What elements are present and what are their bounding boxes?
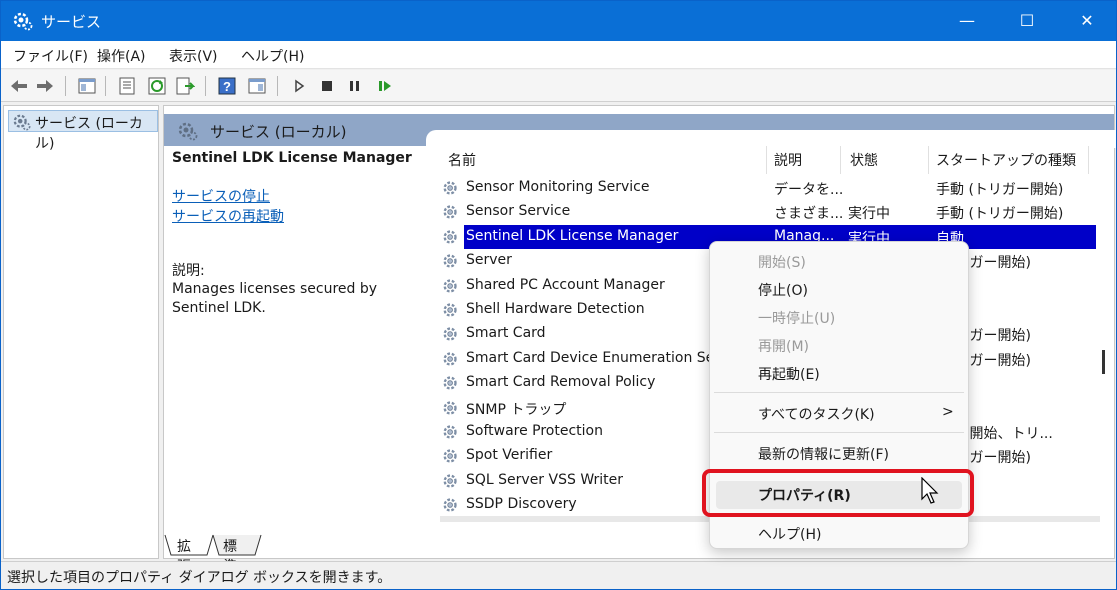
status-text: 選択した項目のプロパティ ダイアログ ボックスを開きます。 bbox=[7, 570, 392, 586]
console-tree-icon[interactable] bbox=[77, 76, 97, 96]
service-gear-icon bbox=[443, 230, 457, 244]
service-row[interactable]: Sensor Monitoring Service データを... 手動 (トリガー… bbox=[440, 176, 1100, 200]
help-icon[interactable]: ? bbox=[217, 76, 237, 96]
mouse-cursor-icon bbox=[921, 477, 939, 504]
services-gear-icon bbox=[13, 12, 33, 31]
column-header-startup-type[interactable]: スタートアップの種類 bbox=[936, 150, 1076, 170]
menu-separator bbox=[714, 392, 964, 393]
toolbar-separator bbox=[277, 76, 278, 96]
service-startup-type: 手動 (トリガー開始) bbox=[936, 182, 1064, 198]
menu-separator bbox=[714, 432, 964, 433]
column-separator bbox=[840, 146, 841, 174]
column-separator bbox=[766, 146, 767, 174]
column-header-separator bbox=[928, 146, 929, 174]
minimize-button[interactable]: — bbox=[937, 1, 997, 41]
back-arrow-icon[interactable] bbox=[9, 76, 29, 96]
export-list-icon[interactable] bbox=[175, 76, 195, 96]
tree-item-label: サービス (ローカル) bbox=[35, 116, 143, 152]
sort-caret-icon: ^ bbox=[598, 146, 610, 156]
services-gear-icon bbox=[13, 114, 31, 131]
service-description: さまざま... bbox=[774, 206, 844, 223]
restart-service-icon[interactable] bbox=[375, 76, 395, 96]
start-service-icon[interactable] bbox=[289, 76, 309, 96]
menu-item-start[interactable]: 開始(S) bbox=[758, 252, 806, 272]
service-status: 実行中 bbox=[848, 206, 890, 223]
service-gear-icon bbox=[443, 474, 457, 488]
description-text: Manages licenses secured by Sentinel LDK… bbox=[172, 281, 378, 316]
description-label: 説明: bbox=[172, 263, 205, 279]
column-header-name[interactable]: 名前 bbox=[448, 150, 476, 170]
service-name: Sensor Service bbox=[466, 203, 571, 220]
menu-file[interactable]: ファイル(F) bbox=[13, 46, 88, 66]
toolbar-separator bbox=[205, 76, 206, 96]
stop-service-link[interactable]: サービスの停止 bbox=[172, 186, 432, 206]
vertical-scrollbar-thumb[interactable] bbox=[1102, 350, 1105, 374]
tree-item-services-local[interactable]: サービス (ローカル) bbox=[8, 110, 158, 152]
toolbar-separator bbox=[65, 76, 66, 96]
maximize-button[interactable]: ☐ bbox=[997, 1, 1057, 41]
service-row[interactable]: Sensor Service さまざま... 実行中 手動 (トリガー開始) bbox=[440, 200, 1100, 224]
service-gear-icon bbox=[443, 254, 457, 268]
menu-item-help[interactable]: ヘルプ(H) bbox=[758, 524, 821, 544]
service-gear-icon bbox=[443, 327, 457, 341]
close-button[interactable]: ✕ bbox=[1057, 1, 1117, 41]
forward-arrow-icon[interactable] bbox=[35, 76, 55, 96]
menu-item-refresh[interactable]: 最新の情報に更新(F) bbox=[758, 444, 889, 464]
menu-item-pause[interactable]: 一時停止(U) bbox=[758, 308, 835, 328]
service-gear-icon bbox=[443, 401, 457, 415]
submenu-chevron-right-icon: > bbox=[942, 404, 954, 420]
menu-view[interactable]: 表示(V) bbox=[169, 46, 218, 66]
service-gear-icon bbox=[443, 376, 457, 390]
service-details: Sentinel LDK License Manager サービスの停止 サービ… bbox=[172, 150, 432, 318]
service-gear-icon bbox=[443, 425, 457, 439]
service-name: Sensor Monitoring Service bbox=[466, 179, 650, 195]
service-gear-icon bbox=[443, 181, 457, 195]
menu-item-stop[interactable]: 停止(O) bbox=[758, 280, 808, 300]
toolbar-separator bbox=[105, 76, 106, 96]
menu-bar: ファイル(F) 操作(A) 表示(V) ヘルプ(H) bbox=[1, 41, 1116, 69]
pause-service-icon[interactable] bbox=[345, 76, 365, 96]
menu-item-resume[interactable]: 再開(M) bbox=[758, 336, 809, 356]
menu-item-all-tasks[interactable]: すべてのタスク(K) bbox=[758, 404, 875, 424]
selected-service-name: Sentinel LDK License Manager bbox=[172, 150, 412, 166]
menu-item-restart[interactable]: 再起動(E) bbox=[758, 364, 820, 384]
window-title: サービス bbox=[41, 13, 102, 31]
service-gear-icon bbox=[443, 449, 457, 463]
service-startup-type: 手動 (トリガー開始) bbox=[936, 206, 1064, 223]
svg-text:?: ? bbox=[223, 79, 231, 94]
properties-sheet-icon[interactable] bbox=[117, 76, 137, 96]
pane-header-title: サービス (ローカル) bbox=[210, 123, 347, 141]
service-gear-icon bbox=[443, 303, 457, 317]
title-bar: サービス — ☐ ✕ bbox=[1, 1, 1116, 41]
service-gear-icon bbox=[443, 205, 457, 219]
service-description: データを... bbox=[774, 182, 844, 198]
stop-service-icon[interactable] bbox=[317, 76, 337, 96]
status-bar: 選択した項目のプロパティ ダイアログ ボックスを開きます。 bbox=[1, 561, 1116, 589]
menu-action[interactable]: 操作(A) bbox=[97, 46, 146, 66]
service-gear-icon bbox=[443, 498, 457, 512]
console-tree-pane: サービス (ローカル) bbox=[3, 105, 159, 559]
services-gear-icon bbox=[178, 122, 198, 141]
service-gear-icon bbox=[443, 352, 457, 366]
services-window: サービス — ☐ ✕ ファイル(F) 操作(A) 表示(V) ヘルプ(H) ? … bbox=[0, 0, 1117, 590]
toolbar: ? bbox=[1, 70, 1116, 102]
action-pane-icon[interactable] bbox=[247, 76, 267, 96]
menu-help[interactable]: ヘルプ(H) bbox=[241, 46, 304, 66]
restart-service-link[interactable]: サービスの再起動 bbox=[172, 206, 432, 226]
service-gear-icon bbox=[443, 279, 457, 293]
column-header-description[interactable]: 説明 bbox=[774, 150, 802, 170]
column-header-status[interactable]: 状態 bbox=[850, 150, 878, 170]
column-separator bbox=[1088, 146, 1089, 174]
refresh-icon[interactable] bbox=[147, 76, 167, 96]
